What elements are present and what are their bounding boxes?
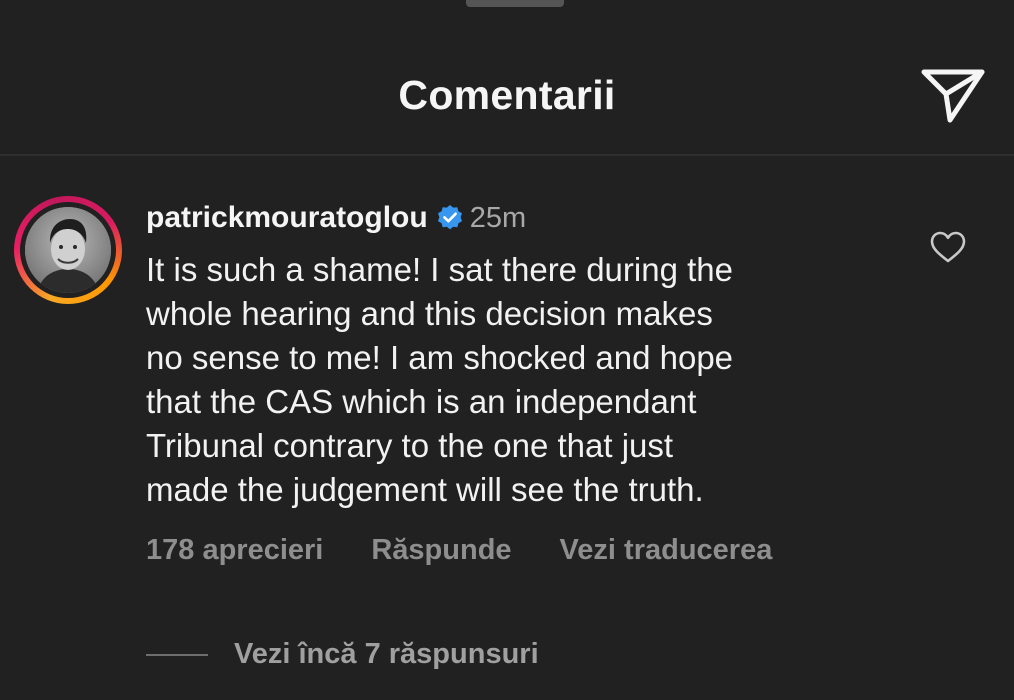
comment-meta: patrickmouratoglou 25m: [146, 198, 526, 238]
replies-divider: [146, 653, 208, 656]
comment-body: It is such a shame! I sat there during t…: [146, 248, 906, 512]
comment-text-line: no sense to me! I am shocked and hope: [146, 339, 734, 376]
page-title: Comentarii: [398, 72, 616, 118]
story-ring[interactable]: [14, 196, 122, 304]
comment-actions: 178 aprecieri Răspunde Vezi traducerea: [146, 534, 772, 567]
comment-text-line: It is such a shame! I sat there during t…: [146, 251, 733, 288]
comment-text-line: made the judgement will see the truth.: [146, 471, 704, 508]
comments-sheet: Comentarii patrickmouratoglou 25m It is …: [0, 0, 1014, 700]
comment-timestamp: 25m: [469, 201, 527, 234]
reply-button[interactable]: Răspunde: [371, 534, 511, 567]
avatar[interactable]: [25, 207, 111, 293]
see-translation-button[interactable]: Vezi traducerea: [560, 534, 773, 567]
comment-text-line: Tribunal contrary to the one that just: [146, 427, 674, 464]
likes-count-link[interactable]: 178 aprecieri: [146, 534, 323, 567]
view-replies-label: Vezi încă 7 răspunsuri: [234, 638, 539, 670]
comment-text-line: whole hearing and this decision makes: [146, 295, 713, 332]
view-replies-button[interactable]: Vezi încă 7 răspunsuri: [146, 638, 539, 671]
avatar-image: [25, 207, 111, 293]
paper-plane-icon[interactable]: [920, 66, 986, 124]
verified-badge-icon: [437, 205, 462, 230]
comment-text-line: that the CAS which is an independant: [146, 383, 697, 420]
username-link[interactable]: patrickmouratoglou: [146, 201, 428, 235]
comments-header: Comentarii: [0, 0, 1014, 156]
heart-outline-icon[interactable]: [929, 230, 967, 264]
